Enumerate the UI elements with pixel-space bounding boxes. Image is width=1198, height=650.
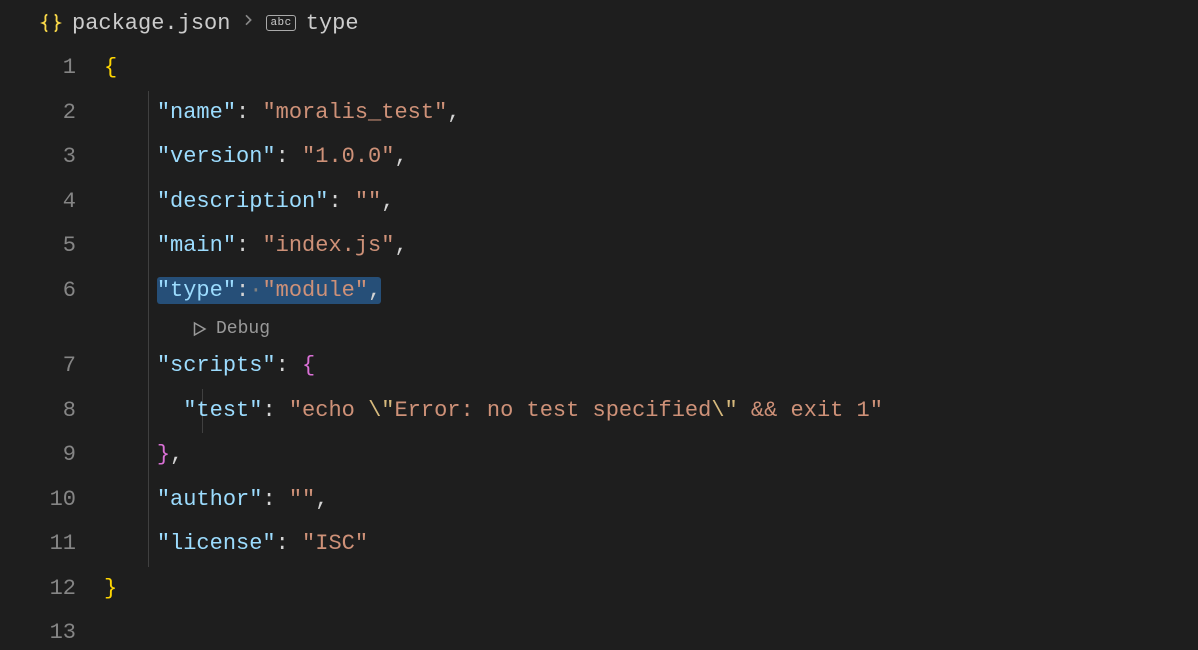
line-number: 10 — [0, 478, 104, 522]
line-number: 9 — [0, 433, 104, 477]
code-line[interactable]: 12 } — [0, 567, 1198, 612]
line-number: 13 — [0, 611, 104, 650]
code-line[interactable]: 9 }, — [0, 433, 1198, 478]
string-symbol-icon: abc — [266, 15, 295, 31]
chevron-right-icon — [240, 12, 256, 35]
code-line[interactable]: 1 { — [0, 46, 1198, 91]
line-number: 7 — [0, 344, 104, 388]
line-number: 8 — [0, 389, 104, 433]
line-number: 6 — [0, 269, 104, 313]
line-number: 4 — [0, 180, 104, 224]
code-line[interactable]: 3 "version": "1.0.0", — [0, 135, 1198, 180]
line-number: 5 — [0, 224, 104, 268]
debug-codelens[interactable]: Debug — [0, 313, 1198, 344]
play-icon — [190, 320, 208, 338]
indent-guide — [148, 313, 149, 344]
code-line[interactable]: 8 "test": "echo \"Error: no test specifi… — [0, 389, 1198, 434]
line-number: 1 — [0, 46, 104, 90]
code-line[interactable]: 11 "license": "ISC" — [0, 522, 1198, 567]
code-line[interactable]: 6 "type":·"module", — [0, 269, 1198, 314]
line-number: 2 — [0, 91, 104, 135]
code-line[interactable]: 7 "scripts": { — [0, 344, 1198, 389]
code-line[interactable]: 4 "description": "", — [0, 180, 1198, 225]
json-file-icon — [40, 12, 62, 34]
code-editor[interactable]: 1 { 2 "name": "moralis_test", 3 "version… — [0, 46, 1198, 650]
code-line[interactable]: 2 "name": "moralis_test", — [0, 91, 1198, 136]
debug-label[interactable]: Debug — [216, 319, 270, 339]
line-number: 12 — [0, 567, 104, 611]
breadcrumb-symbol[interactable]: type — [306, 11, 359, 36]
code-line[interactable]: 5 "main": "index.js", — [0, 224, 1198, 269]
line-number: 3 — [0, 135, 104, 179]
breadcrumb[interactable]: package.json abc type — [0, 0, 1198, 46]
line-number: 11 — [0, 522, 104, 566]
breadcrumb-file[interactable]: package.json — [72, 11, 230, 36]
code-line[interactable]: 10 "author": "", — [0, 478, 1198, 523]
code-line[interactable]: 13 — [0, 611, 1198, 650]
